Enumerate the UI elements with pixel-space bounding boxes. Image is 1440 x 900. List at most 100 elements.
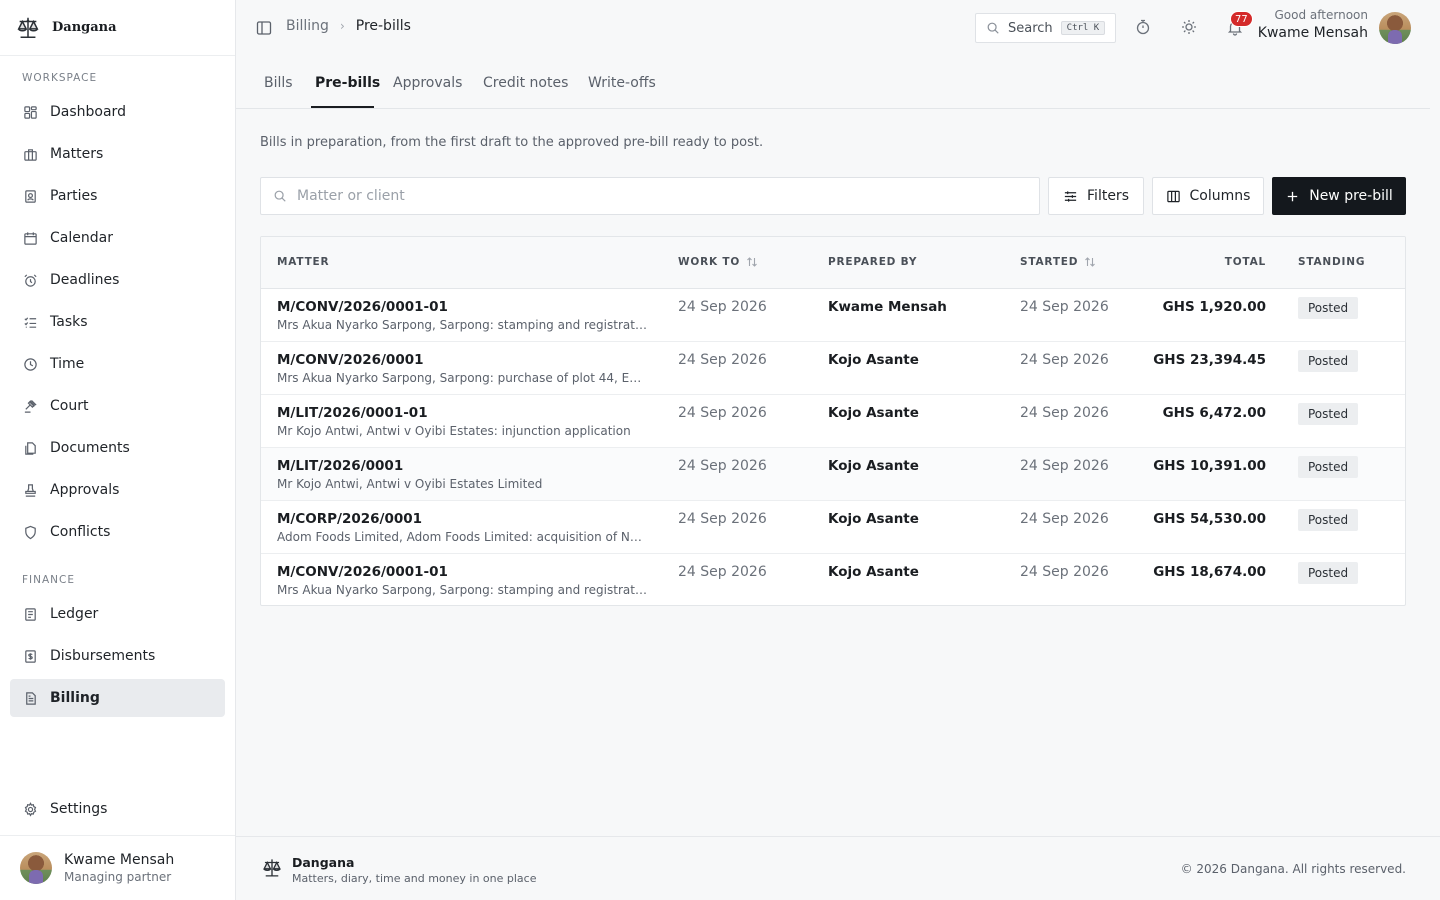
sidebar-item-matters[interactable]: Matters	[10, 135, 225, 173]
status-badge: Posted	[1298, 350, 1359, 372]
sidebar-item-settings[interactable]: Settings	[10, 790, 225, 828]
tab-approvals[interactable]: Approvals	[393, 75, 462, 91]
sidebar-item-ledger[interactable]: Ledger	[10, 595, 225, 633]
filters-label: Filters	[1087, 188, 1129, 204]
checklist-icon	[22, 314, 38, 330]
sidebar-item-calendar[interactable]: Calendar	[10, 219, 225, 257]
new-pre-bill-button[interactable]: New pre-bill	[1272, 177, 1406, 215]
total-amount: GHS 54,530.00	[1153, 511, 1266, 527]
column-header-standing: Standing	[1298, 256, 1366, 268]
matter-code: M/CORP/2026/0001	[277, 511, 423, 527]
sidebar-item-parties[interactable]: Parties	[10, 177, 225, 215]
total-amount: GHS 10,391.00	[1153, 458, 1266, 474]
started-date: 24 Sep 2026	[1020, 299, 1109, 315]
breadcrumb-billing[interactable]: Billing	[286, 18, 329, 34]
briefcase-icon	[22, 146, 38, 162]
table-row[interactable]: M/CONV/2026/0001-01 Mrs Akua Nyarko Sarpo…	[261, 289, 1405, 342]
sidebar-item-documents[interactable]: Documents	[10, 429, 225, 467]
table-row[interactable]: M/LIT/2026/0001 Mr Kojo Antwi, Antwi v Oy…	[261, 448, 1405, 501]
page-description: Bills in preparation, from the first dra…	[260, 135, 764, 150]
sidebar-item-dashboard[interactable]: Dashboard	[10, 93, 225, 131]
gear-icon	[22, 801, 38, 817]
sidebar-item-disbursements[interactable]: Disbursements	[10, 637, 225, 675]
work-to-date: 24 Sep 2026	[678, 511, 767, 527]
prepared-by: Kwame Mensah	[828, 299, 947, 315]
sidebar-item-label: Calendar	[50, 230, 113, 246]
table-row[interactable]: M/LIT/2026/0001-01 Mr Kojo Antwi, Antwi v…	[261, 395, 1405, 448]
column-header-label: Work to	[678, 256, 741, 268]
user-greeting[interactable]: Good afternoon Kwame Mensah	[1258, 8, 1368, 41]
sidebar-toggle-icon[interactable]	[256, 20, 272, 36]
tab-bills[interactable]: Bills	[264, 75, 293, 91]
footer: Dangana Matters, diary, time and money i…	[236, 836, 1440, 900]
prepared-by: Kojo Asante	[828, 564, 919, 580]
sidebar-item-label: Ledger	[50, 606, 99, 622]
sidebar-item-label: Deadlines	[50, 272, 120, 288]
started-date: 24 Sep 2026	[1020, 458, 1109, 474]
matter-description: Mrs Akua Nyarko Sarpong, Sarpong: stampi…	[277, 583, 647, 597]
nav-section-finance: Finance	[22, 574, 75, 586]
sidebar-item-billing[interactable]: Billing	[10, 679, 225, 717]
work-to-date: 24 Sep 2026	[678, 352, 767, 368]
table-header: Matter Work to Prepared by Started Total…	[261, 237, 1405, 289]
prepared-by: Kojo Asante	[828, 405, 919, 421]
prepared-by: Kojo Asante	[828, 352, 919, 368]
sidebar-item-conflicts[interactable]: Conflicts	[10, 513, 225, 551]
invoice-icon	[22, 690, 38, 706]
chevron-right-icon: ›	[339, 19, 345, 33]
notification-count-badge: 77	[1230, 11, 1253, 27]
matter-description: Mrs Akua Nyarko Sarpong, Sarpong: stampi…	[277, 318, 647, 332]
sidebar: Dangana Workspace Dashboard Matters Part…	[0, 0, 236, 900]
status-badge: Posted	[1298, 297, 1359, 319]
matter-code: M/CONV/2026/0001-01	[277, 564, 448, 580]
sidebar-item-label: Billing	[50, 690, 100, 706]
top-bar: Billing › Pre-bills Search Ctrl K 77 Goo…	[236, 0, 1440, 56]
matter-description: Adom Foods Limited, Adom Foods Limited: …	[277, 530, 647, 544]
brand[interactable]: Dangana	[0, 0, 235, 56]
filters-button[interactable]: Filters	[1048, 177, 1144, 215]
sidebar-item-court[interactable]: Court	[10, 387, 225, 425]
matter-filter-field[interactable]	[260, 177, 1040, 215]
search-icon	[987, 22, 999, 34]
sidebar-item-label: Court	[50, 398, 89, 414]
greeting-text: Good afternoon	[1274, 8, 1369, 22]
column-header-total: Total	[1224, 256, 1266, 268]
contact-card-icon	[22, 188, 38, 204]
column-header-matter: Matter	[277, 256, 330, 268]
sidebar-item-deadlines[interactable]: Deadlines	[10, 261, 225, 299]
status-badge: Posted	[1298, 456, 1359, 478]
plus-icon	[1288, 191, 1298, 201]
column-header-work-to[interactable]: Work to	[678, 256, 758, 268]
table-row[interactable]: M/CONV/2026/0001 Mrs Akua Nyarko Sarpong,…	[261, 342, 1405, 395]
status-badge: Posted	[1298, 403, 1359, 425]
columns-button[interactable]: Columns	[1152, 177, 1264, 215]
total-amount: GHS 23,394.45	[1153, 352, 1266, 368]
table-row[interactable]: M/CORP/2026/0001 Adom Foods Limited, Adom…	[261, 501, 1405, 554]
matter-code: M/CONV/2026/0001	[277, 352, 424, 368]
matter-code: M/LIT/2026/0001-01	[277, 405, 428, 421]
status-badge: Posted	[1298, 509, 1359, 531]
prepared-by: Kojo Asante	[828, 511, 919, 527]
sidebar-item-approvals[interactable]: Approvals	[10, 471, 225, 509]
sidebar-item-label: Documents	[50, 440, 130, 456]
sidebar-user-profile[interactable]: Kwame Mensah Managing partner	[0, 835, 235, 900]
tab-pre-bills[interactable]: Pre-bills	[315, 75, 380, 91]
global-search-button[interactable]: Search Ctrl K	[975, 13, 1116, 43]
timer-icon[interactable]	[1134, 18, 1152, 36]
nav-section-workspace: Workspace	[22, 72, 98, 84]
sidebar-item-tasks[interactable]: Tasks	[10, 303, 225, 341]
column-header-started[interactable]: Started	[1020, 256, 1096, 268]
matter-filter-input[interactable]	[297, 188, 997, 204]
header-avatar[interactable]	[1379, 12, 1411, 44]
total-amount: GHS 6,472.00	[1162, 405, 1266, 421]
theme-toggle-icon[interactable]	[1180, 18, 1198, 36]
work-to-date: 24 Sep 2026	[678, 458, 767, 474]
tab-credit-notes[interactable]: Credit notes	[483, 75, 568, 91]
tab-write-offs[interactable]: Write-offs	[588, 75, 656, 91]
work-to-date: 24 Sep 2026	[678, 299, 767, 315]
stamp-icon	[22, 482, 38, 498]
sidebar-item-time[interactable]: Time	[10, 345, 225, 383]
sidebar-item-label: Time	[50, 356, 85, 372]
columns-label: Columns	[1189, 188, 1251, 204]
table-row[interactable]: M/CONV/2026/0001-01 Mrs Akua Nyarko Sarpo…	[261, 554, 1405, 605]
